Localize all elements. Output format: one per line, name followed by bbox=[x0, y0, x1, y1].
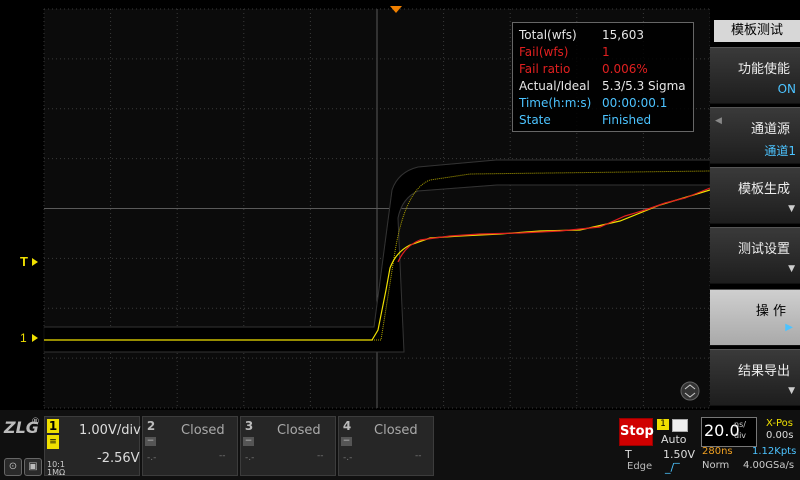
coupling-off-icon: − bbox=[243, 436, 254, 446]
menu-title: 模板测试 bbox=[714, 20, 800, 42]
stat-value: 1 bbox=[602, 45, 610, 59]
timebase-unit-bottom: div bbox=[734, 431, 747, 440]
operation-label: 操 作 bbox=[755, 304, 786, 319]
stat-value: Finished bbox=[602, 113, 652, 127]
function-enable-value: ON bbox=[777, 82, 796, 96]
operation-button[interactable]: 操 作 ▶ bbox=[710, 289, 800, 346]
channel-3-offset: -.- bbox=[245, 453, 255, 463]
stat-label: State bbox=[519, 113, 551, 127]
channel-3-panel[interactable]: 3 − Closed -.- -- bbox=[240, 416, 336, 476]
channel-2-panel[interactable]: 2 − Closed -.- -- bbox=[142, 416, 238, 476]
channel-1-offset: -2.56V bbox=[97, 451, 140, 466]
channel-4-number: 4 bbox=[342, 419, 352, 433]
mask-test-statistics: Total(wfs) 15,603 Fail(wfs) 1 Fail ratio 0.00… bbox=[512, 22, 694, 132]
timebase-unit-top: ns/ bbox=[734, 420, 746, 429]
chevron-down-icon: ▼ bbox=[788, 204, 795, 214]
channel-source-label: 通道源 bbox=[750, 122, 790, 137]
template-generate-label: 模板生成 bbox=[737, 182, 790, 197]
stat-row: State Finished bbox=[519, 112, 689, 128]
x-position-label: X-Pos bbox=[766, 418, 793, 429]
stat-value: 5.3/5.3 Sigma bbox=[602, 79, 686, 93]
coupling-off-icon: − bbox=[145, 436, 156, 446]
export-results-label: 结果导出 bbox=[737, 364, 790, 379]
stat-label: Total(wfs) bbox=[519, 28, 577, 42]
record-length: 280ns bbox=[702, 446, 733, 457]
x-position-value[interactable]: 0.00s bbox=[766, 430, 793, 441]
stat-value: 15,603 bbox=[602, 28, 644, 42]
trigger-level-marker[interactable]: T bbox=[20, 254, 28, 269]
trigger-coupling-icon bbox=[672, 419, 688, 432]
template-generate-button[interactable]: 模板生成 ▼ bbox=[710, 167, 800, 224]
test-settings-button[interactable]: 测试设置 ▼ bbox=[710, 227, 800, 284]
test-settings-label: 测试设置 bbox=[737, 242, 790, 257]
function-enable-button[interactable]: 功能使能 ON bbox=[710, 47, 800, 104]
stat-row: Actual/Ideal 5.3/5.3 Sigma bbox=[519, 78, 689, 94]
trigger-label: T bbox=[625, 448, 632, 461]
channel-1-impedance: 1MΩ bbox=[47, 468, 66, 477]
stat-row: Time(h:m:s) 00:00:00.1 bbox=[519, 95, 689, 111]
stat-value: 0.006% bbox=[602, 62, 648, 76]
channel-1-number: 1 bbox=[47, 419, 59, 433]
channel-4-panel[interactable]: 4 − Closed -.- -- bbox=[338, 416, 434, 476]
channel-4-offset: -.- bbox=[343, 453, 353, 463]
registered-mark: ® bbox=[31, 417, 40, 427]
dc-coupling-icon: ≡ bbox=[47, 435, 59, 449]
timebase-panel[interactable]: 20.0 ns/ div bbox=[701, 417, 757, 447]
stat-row: Fail ratio 0.006% bbox=[519, 61, 689, 77]
channel-2-scale: -- bbox=[219, 451, 226, 461]
chevron-right-icon: ▶ bbox=[785, 322, 793, 333]
channel-1-panel[interactable]: 1 ≡ 1.00V/div -2.56V 10:1 1MΩ bbox=[44, 416, 141, 477]
run-stop-button[interactable]: Stop bbox=[619, 418, 654, 446]
screenshot-icon[interactable]: ▣ bbox=[24, 458, 42, 476]
channel-source-button[interactable]: ◀ 通道源 通道1 bbox=[710, 107, 800, 164]
channel-3-scale: -- bbox=[317, 451, 324, 461]
trigger-level: 1.50V bbox=[663, 448, 696, 461]
acquisition-mode: Norm bbox=[702, 460, 730, 471]
channel-2-offset: -.- bbox=[147, 453, 157, 463]
channel-4-status: Closed bbox=[374, 423, 418, 438]
trigger-type: Edge bbox=[627, 461, 653, 472]
trigger-source: 1 bbox=[657, 419, 669, 430]
channel-3-number: 3 bbox=[244, 419, 254, 433]
channel-source-left-arrow-icon: ◀ bbox=[715, 116, 722, 126]
coupling-off-icon: − bbox=[341, 436, 352, 446]
channel-2-number: 2 bbox=[146, 419, 156, 433]
chevron-down-icon: ▼ bbox=[788, 264, 795, 274]
channel-2-status: Closed bbox=[181, 423, 225, 438]
ch1-ground-marker[interactable]: 1 bbox=[20, 331, 27, 345]
channel-1-scale: 1.00V/div bbox=[79, 423, 141, 438]
memory-depth: 1.12Kpts bbox=[752, 446, 797, 457]
channel-3-status: Closed bbox=[277, 423, 321, 438]
stat-label: Actual/Ideal bbox=[519, 79, 590, 93]
chevron-down-icon: ▼ bbox=[788, 386, 795, 396]
channel-4-scale: -- bbox=[415, 451, 422, 461]
stat-row: Fail(wfs) 1 bbox=[519, 44, 689, 60]
function-enable-label: 功能使能 bbox=[737, 62, 790, 77]
stat-label: Fail(wfs) bbox=[519, 45, 569, 59]
touch-lock-icon[interactable]: ⊙ bbox=[4, 458, 22, 476]
stat-label: Fail ratio bbox=[519, 62, 571, 76]
stat-label: Time(h:m:s) bbox=[519, 96, 592, 110]
stat-row: Total(wfs) 15,603 bbox=[519, 27, 689, 43]
stat-value: 00:00:00.1 bbox=[602, 96, 668, 110]
trigger-panel[interactable]: 1 Auto T 1.50V Edge _/‾ bbox=[625, 417, 697, 474]
side-menu: 模板测试 功能使能 ON ◀ 通道源 通道1 模板生成 ▼ 测试设置 ▼ 操 作… bbox=[710, 0, 800, 410]
export-results-button[interactable]: 结果导出 ▼ bbox=[710, 349, 800, 406]
sample-rate: 4.00GSa/s bbox=[743, 460, 795, 471]
channel-source-value: 通道1 bbox=[764, 144, 796, 158]
channel-1-probe: 10:1 1MΩ bbox=[47, 461, 65, 477]
rising-edge-icon: _/‾ bbox=[665, 461, 680, 474]
trigger-mode: Auto bbox=[661, 433, 687, 446]
